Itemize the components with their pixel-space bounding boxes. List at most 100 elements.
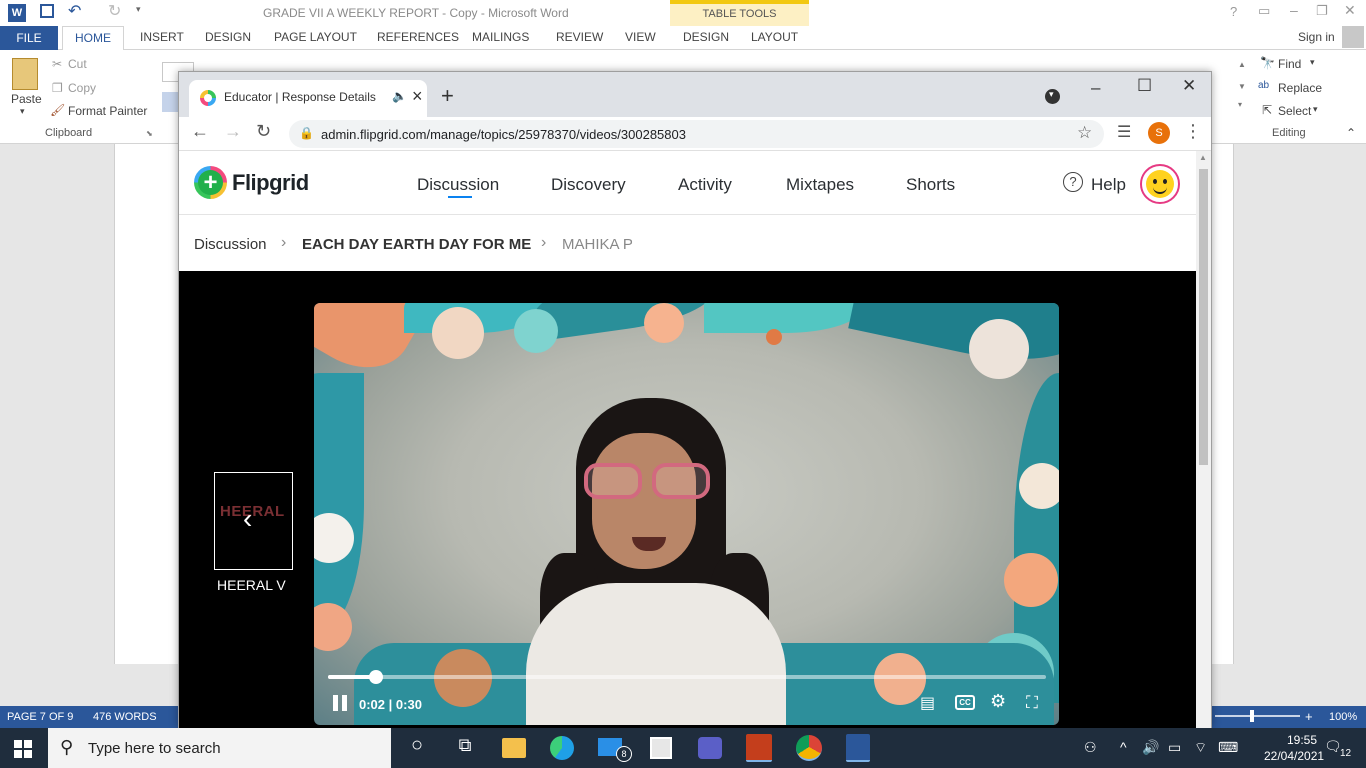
tray-chevron-icon[interactable]: ^ xyxy=(1120,739,1127,755)
nav-discussion[interactable]: Discussion xyxy=(417,175,499,195)
video-progress-bar[interactable] xyxy=(328,670,1046,684)
video-progress-handle[interactable] xyxy=(368,670,383,684)
tab-view[interactable]: VIEW xyxy=(625,30,656,44)
previous-response-name[interactable]: HEERAL V xyxy=(217,577,286,593)
chrome-close-icon[interactable]: ✕ xyxy=(1182,76,1196,96)
nav-mixtapes[interactable]: Mixtapes xyxy=(786,175,854,195)
tab-close-icon[interactable]: × xyxy=(412,86,423,107)
pause-icon[interactable] xyxy=(330,693,350,713)
browser-tab[interactable]: Educator | Response Details 🔈 × xyxy=(189,80,427,117)
windows-start-icon[interactable] xyxy=(14,740,32,758)
teams-icon[interactable] xyxy=(698,737,722,759)
volume-icon[interactable]: 🔊 xyxy=(1142,739,1159,756)
wifi-icon[interactable]: ⌔ xyxy=(1194,739,1207,757)
word-logo-icon[interactable]: W xyxy=(8,4,26,22)
zoom-level[interactable]: 100% xyxy=(1329,711,1357,723)
battery-icon[interactable]: ▭ xyxy=(1168,739,1181,756)
back-arrow-icon[interactable]: ← xyxy=(191,121,209,142)
new-tab-icon[interactable]: + xyxy=(441,83,454,109)
styles-more-icon[interactable]: ▾ xyxy=(1238,100,1242,109)
tab-insert[interactable]: INSERT xyxy=(140,30,184,44)
copy-button[interactable]: Copy xyxy=(68,81,96,95)
tab-references[interactable]: REFERENCES xyxy=(377,30,459,44)
format-painter-button[interactable]: Format Painter xyxy=(68,104,147,118)
help-link[interactable]: Help xyxy=(1091,175,1126,195)
task-view-icon[interactable]: ⧉ xyxy=(452,735,478,759)
tab-review[interactable]: REVIEW xyxy=(556,30,603,44)
file-explorer-icon[interactable] xyxy=(502,738,526,758)
flipgrid-logo-text[interactable]: Flipgrid xyxy=(232,170,309,196)
cut-button[interactable]: Cut xyxy=(68,57,87,71)
collapse-ribbon-icon[interactable]: ⌃ xyxy=(1346,126,1356,140)
user-avatar-icon[interactable] xyxy=(1342,26,1364,48)
zoom-slider-thumb[interactable] xyxy=(1250,710,1254,722)
fullscreen-icon[interactable]: ⛶ xyxy=(1026,693,1038,713)
tab-mailings[interactable]: MAILINGS xyxy=(472,30,529,44)
zoom-slider[interactable] xyxy=(1215,715,1300,717)
tab-table-design[interactable]: DESIGN xyxy=(683,30,729,44)
clock-date[interactable]: 22/04/2021 xyxy=(1264,749,1324,763)
scrollbar-thumb[interactable] xyxy=(1199,169,1208,465)
immersive-reader-icon[interactable]: ▤ xyxy=(920,693,935,713)
nav-shorts[interactable]: Shorts xyxy=(906,175,955,195)
find-dropdown-icon[interactable]: ▾ xyxy=(1310,57,1315,68)
address-bar[interactable]: 🔒 admin.flipgrid.com/manage/topics/25978… xyxy=(289,120,1104,148)
nav-discovery[interactable]: Discovery xyxy=(551,175,626,195)
video-player[interactable]: 0:02 | 0:30 ▤ CC ⚙ ⛶ xyxy=(314,303,1059,725)
select-button[interactable]: Select xyxy=(1278,104,1311,118)
store-icon[interactable] xyxy=(650,737,672,759)
paste-dropdown-icon[interactable]: ▾ xyxy=(20,106,25,117)
quick-access-dropdown-icon[interactable]: ▾ xyxy=(136,4,141,15)
redo-icon[interactable]: ↻ xyxy=(108,1,121,21)
people-icon[interactable]: ⚇ xyxy=(1084,739,1097,756)
tab-design[interactable]: DESIGN xyxy=(205,30,251,44)
select-dropdown-icon[interactable]: ▾ xyxy=(1313,104,1318,115)
sign-in-link[interactable]: Sign in xyxy=(1298,30,1335,44)
breadcrumb-topic[interactable]: EACH DAY EARTH DAY FOR ME xyxy=(302,236,531,253)
keyboard-icon[interactable]: ⌨ xyxy=(1218,739,1238,756)
find-button[interactable]: Find xyxy=(1278,57,1301,71)
flipgrid-logo-icon[interactable] xyxy=(194,166,227,199)
scroll-up-arrow-icon[interactable]: ▲ xyxy=(1199,153,1207,162)
powerpoint-icon[interactable] xyxy=(746,734,772,762)
tab-file[interactable]: FILE xyxy=(0,26,58,50)
styles-scroll-down-icon[interactable]: ▼ xyxy=(1238,82,1246,91)
word-count-status[interactable]: 476 WORDS xyxy=(93,711,157,723)
clipboard-launcher-icon[interactable]: ⬊ xyxy=(146,129,153,138)
word-taskbar-icon[interactable] xyxy=(846,734,870,762)
profile-avatar[interactable]: S xyxy=(1148,122,1170,144)
tab-audio-playing-icon[interactable]: 🔈 xyxy=(392,89,407,103)
chrome-minimize-icon[interactable]: – xyxy=(1091,78,1100,98)
address-url[interactable]: admin.flipgrid.com/manage/topics/2597837… xyxy=(321,127,686,142)
replace-button[interactable]: Replace xyxy=(1278,81,1322,95)
tab-page-layout[interactable]: PAGE LAYOUT xyxy=(274,30,357,44)
help-question-icon[interactable]: ? xyxy=(1230,4,1237,19)
cortana-icon[interactable]: ○ xyxy=(404,734,430,758)
breadcrumb-discussion[interactable]: Discussion xyxy=(194,236,267,253)
page-count-status[interactable]: PAGE 7 OF 9 xyxy=(7,711,73,723)
ribbon-display-icon[interactable]: ▭ xyxy=(1258,3,1270,19)
previous-response-card[interactable]: HEERAL ‹ xyxy=(214,472,293,570)
paste-button[interactable]: Paste xyxy=(11,92,42,106)
paste-icon[interactable] xyxy=(12,58,38,90)
tab-home[interactable]: HOME xyxy=(62,26,124,51)
forward-arrow-icon[interactable]: → xyxy=(224,121,242,142)
help-icon[interactable]: ? xyxy=(1063,172,1083,192)
clock-time[interactable]: 19:55 xyxy=(1277,733,1327,747)
word-close-icon[interactable]: ✕ xyxy=(1344,2,1356,19)
chevron-left-icon[interactable]: ‹ xyxy=(243,503,252,535)
tab-table-layout[interactable]: LAYOUT xyxy=(751,30,798,44)
zoom-in-icon[interactable]: + xyxy=(1305,709,1313,724)
lock-icon[interactable]: 🔒 xyxy=(299,126,314,140)
taskbar-search-box[interactable]: ⚲ Type here to search xyxy=(48,728,391,768)
user-avatar[interactable] xyxy=(1140,164,1180,204)
undo-icon[interactable]: ↶ xyxy=(68,1,81,21)
settings-gear-icon[interactable]: ⚙ xyxy=(990,691,1006,712)
page-scrollbar[interactable]: ▲ xyxy=(1196,151,1211,729)
styles-scroll-up-icon[interactable]: ▲ xyxy=(1238,60,1246,69)
bookmark-star-icon[interactable]: ☆ xyxy=(1077,123,1092,143)
save-icon[interactable] xyxy=(40,4,54,18)
edge-icon[interactable] xyxy=(550,736,574,760)
chrome-taskbar-icon[interactable] xyxy=(796,735,822,761)
chrome-maximize-icon[interactable]: ☐ xyxy=(1137,76,1152,96)
